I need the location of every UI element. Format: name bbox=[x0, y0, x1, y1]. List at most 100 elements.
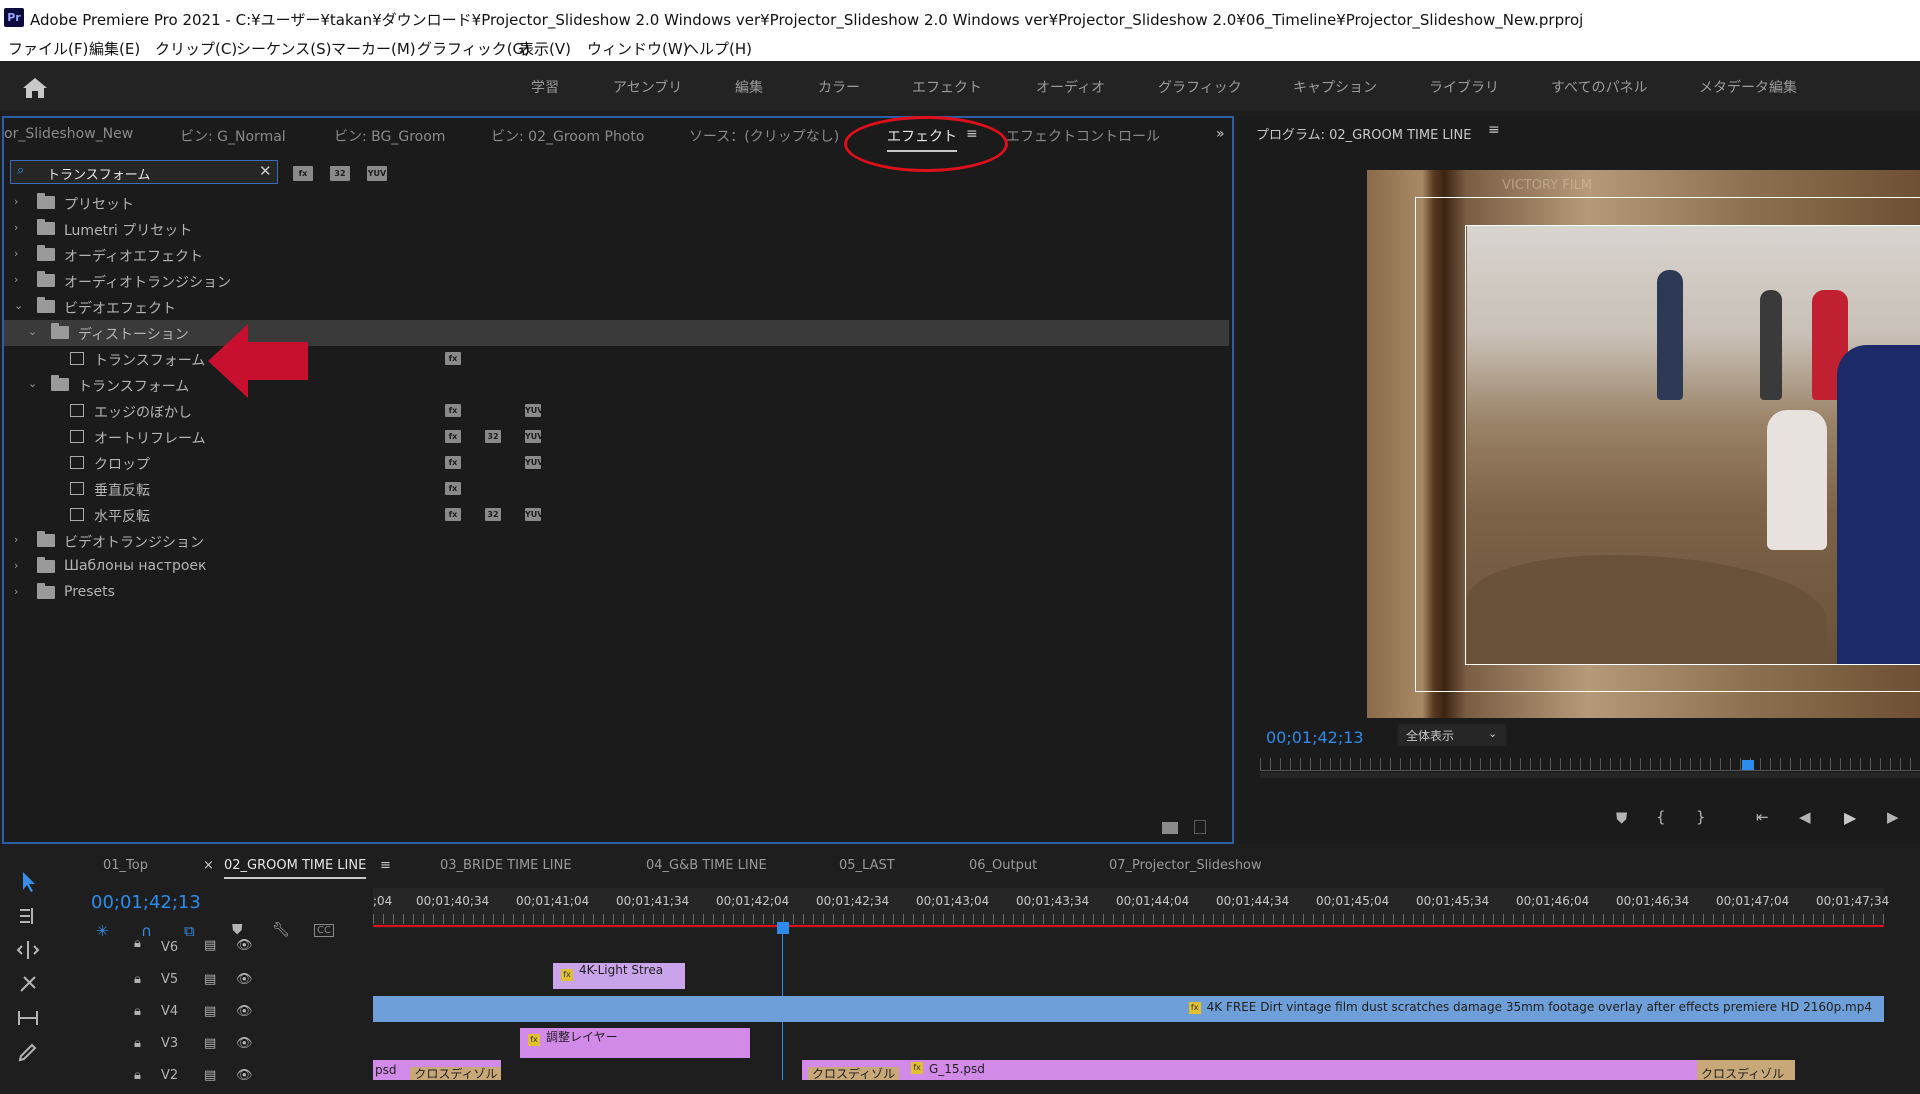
clip-dirt-overlay[interactable]: fx 4K FREE Dirt vintage film dust scratch… bbox=[373, 996, 1884, 1022]
workspace-color[interactable]: カラー bbox=[818, 77, 860, 97]
razor-tool-icon[interactable] bbox=[16, 972, 48, 1000]
go-to-in-icon[interactable]: ⇤ bbox=[1756, 808, 1769, 826]
transition-label[interactable]: クロスディゾル bbox=[410, 1067, 501, 1080]
eye-icon[interactable]: 👁︎ bbox=[236, 1036, 253, 1051]
eye-icon[interactable]: 👁︎ bbox=[236, 1004, 253, 1019]
tree-item-audio-transitions[interactable]: › オーディオトランジション bbox=[4, 268, 1229, 294]
menu-graphics[interactable]: グラフィック(G) bbox=[417, 38, 530, 59]
tree-item-distortion[interactable]: ⌄ ディストーション bbox=[4, 320, 1229, 346]
expand-arrow-icon[interactable]: › bbox=[14, 195, 18, 208]
add-marker-icon[interactable]: ⛊ bbox=[1616, 809, 1627, 827]
lock-icon[interactable]: 🔒︎ bbox=[134, 1004, 141, 1019]
tree-item-vertical-flip[interactable]: 垂直反転 fx bbox=[4, 476, 1229, 502]
track-select-tool-icon[interactable] bbox=[16, 904, 48, 932]
slip-tool-icon[interactable] bbox=[16, 1006, 48, 1034]
expand-arrow-icon[interactable]: › bbox=[14, 247, 18, 260]
menu-edit[interactable]: 編集(E) bbox=[89, 38, 140, 59]
new-bin-folder-icon[interactable] bbox=[1162, 822, 1178, 834]
clip-light-streak[interactable]: fx 4K-Light Strea bbox=[553, 963, 685, 989]
lock-icon[interactable]: 🔒︎ bbox=[134, 936, 141, 951]
tab-effect-controls[interactable]: エフェクトコントロール bbox=[1006, 126, 1160, 146]
time-ruler[interactable]: ;04 00;01;40;34 00;01;41;04 00;01;41;34 … bbox=[373, 888, 1889, 928]
tab-bin-bg-groom[interactable]: ビン: BG_Groom bbox=[334, 126, 445, 146]
tree-item-audio-effects[interactable]: › オーディオエフェクト bbox=[4, 242, 1229, 268]
sync-lock-icon[interactable]: ▤ bbox=[204, 1036, 216, 1051]
timeline-timecode[interactable]: 00;01;42;13 bbox=[91, 892, 201, 913]
tree-item-video-effects[interactable]: ⌄ ビデオエフェクト bbox=[4, 294, 1229, 320]
clip-g15[interactable]: クロスディゾル fx G_15.psd bbox=[802, 1060, 1795, 1080]
tab-06-output[interactable]: 06_Output bbox=[969, 858, 1037, 873]
zoom-level-select[interactable]: 全体表示 ⌄ bbox=[1398, 724, 1506, 746]
tree-item-presets-en[interactable]: › Presets bbox=[4, 580, 1229, 606]
workspace-captions[interactable]: キャプション bbox=[1293, 77, 1377, 97]
eye-icon[interactable]: 👁︎ bbox=[236, 972, 253, 987]
sync-lock-icon[interactable]: ▤ bbox=[204, 1068, 216, 1083]
panel-menu-icon[interactable]: ≡ bbox=[1488, 122, 1500, 138]
step-back-icon[interactable]: ◀ bbox=[1799, 808, 1811, 826]
tab-source[interactable]: ソース：(クリップなし) bbox=[689, 126, 839, 146]
transition-label[interactable]: クロスディゾル bbox=[808, 1067, 900, 1080]
zoom-scrollbar[interactable] bbox=[1260, 772, 1920, 778]
program-ruler[interactable] bbox=[1260, 758, 1920, 771]
close-tab-icon[interactable]: × bbox=[203, 858, 214, 873]
tab-07-projector-slideshow[interactable]: 07_Projector_Slideshow bbox=[1109, 858, 1262, 873]
collapse-arrow-icon[interactable]: ⌄ bbox=[28, 325, 37, 338]
expand-arrow-icon[interactable]: › bbox=[14, 273, 18, 286]
program-timecode[interactable]: 00;01;42;13 bbox=[1266, 728, 1364, 747]
clip-psd[interactable]: psd クロスディゾル bbox=[373, 1060, 501, 1080]
lock-icon[interactable]: 🔒︎ bbox=[134, 1068, 141, 1083]
tab-01-top[interactable]: 01_Top bbox=[103, 858, 148, 873]
tab-05-last[interactable]: 05_LAST bbox=[839, 858, 895, 873]
workspace-editing[interactable]: 編集 bbox=[735, 77, 763, 97]
ripple-edit-tool-icon[interactable] bbox=[16, 938, 48, 966]
tab-02-groom-timeline[interactable]: 02_GROOM TIME LINE bbox=[224, 858, 367, 879]
expand-arrow-icon[interactable]: › bbox=[14, 221, 18, 234]
workspace-all-panels[interactable]: すべてのパネル bbox=[1551, 77, 1647, 97]
eye-icon[interactable]: 👁︎ bbox=[236, 1068, 253, 1083]
work-area-bar[interactable] bbox=[373, 925, 1884, 927]
lock-icon[interactable]: 🔒︎ bbox=[134, 972, 141, 987]
expand-arrow-icon[interactable]: › bbox=[14, 559, 18, 572]
workspace-audio[interactable]: オーディオ bbox=[1036, 77, 1105, 97]
transition-cross-dissolve[interactable]: クロスディゾル bbox=[1697, 1060, 1795, 1080]
tree-item-russian-presets[interactable]: › Шаблоны настроек bbox=[4, 554, 1229, 580]
clip-adjustment-layer[interactable]: fx 調整レイヤー bbox=[520, 1028, 750, 1058]
eye-icon[interactable]: 👁︎ bbox=[236, 938, 253, 953]
lock-icon[interactable]: 🔒︎ bbox=[134, 1036, 141, 1051]
workspace-metadata[interactable]: メタデータ編集 bbox=[1699, 77, 1797, 97]
collapse-arrow-icon[interactable]: ⌄ bbox=[14, 299, 23, 312]
workspace-learn[interactable]: 学習 bbox=[531, 77, 559, 97]
mark-in-icon[interactable]: { bbox=[1656, 808, 1666, 826]
trash-icon[interactable] bbox=[1194, 820, 1206, 834]
workspace-graphics[interactable]: グラフィック bbox=[1158, 77, 1242, 97]
mark-out-icon[interactable]: } bbox=[1696, 808, 1706, 826]
workspace-assembly[interactable]: アセンブリ bbox=[613, 77, 682, 97]
tab-bin-g-normal[interactable]: ビン: G_Normal bbox=[180, 126, 286, 146]
menu-help[interactable]: ヘルプ(H) bbox=[684, 38, 752, 59]
tree-item-presets[interactable]: › プリセット bbox=[4, 190, 1229, 216]
menu-marker[interactable]: マーカー(M) bbox=[331, 38, 416, 59]
collapse-arrow-icon[interactable]: ⌄ bbox=[28, 377, 37, 390]
tab-03-bride-timeline[interactable]: 03_BRIDE TIME LINE bbox=[440, 858, 572, 873]
timeline-menu-icon[interactable]: ≡ bbox=[380, 858, 391, 873]
home-icon[interactable] bbox=[22, 77, 48, 99]
search-input[interactable]: トランスフォーム bbox=[47, 164, 150, 183]
bounding-box-inner[interactable] bbox=[1465, 225, 1920, 665]
program-playhead[interactable] bbox=[1742, 760, 1755, 770]
timeline-playhead-handle[interactable] bbox=[777, 922, 789, 934]
expand-arrow-icon[interactable]: › bbox=[14, 585, 18, 598]
workspace-effects[interactable]: エフェクト bbox=[912, 77, 982, 97]
sync-lock-icon[interactable]: ▤ bbox=[204, 972, 216, 987]
step-forward-icon[interactable]: ▶ bbox=[1887, 808, 1899, 826]
tree-item-transform-effect[interactable]: トランスフォーム fx bbox=[4, 346, 1229, 372]
tree-item-lumetri-presets[interactable]: › Lumetri プリセット bbox=[4, 216, 1229, 242]
menu-clip[interactable]: クリップ(C) bbox=[155, 38, 237, 59]
workspace-libraries[interactable]: ライブラリ bbox=[1429, 77, 1499, 97]
tab-project[interactable]: or_Slideshow_New bbox=[4, 126, 133, 142]
menu-view[interactable]: 表示(V) bbox=[519, 38, 571, 59]
expand-arrow-icon[interactable]: › bbox=[14, 533, 18, 546]
tree-item-edge-feather[interactable]: エッジのぼかし fx YUV bbox=[4, 398, 1229, 424]
sync-lock-icon[interactable]: ▤ bbox=[204, 1004, 216, 1019]
pen-tool-icon[interactable] bbox=[16, 1040, 48, 1068]
menu-window[interactable]: ウィンドウ(W) bbox=[587, 38, 689, 59]
